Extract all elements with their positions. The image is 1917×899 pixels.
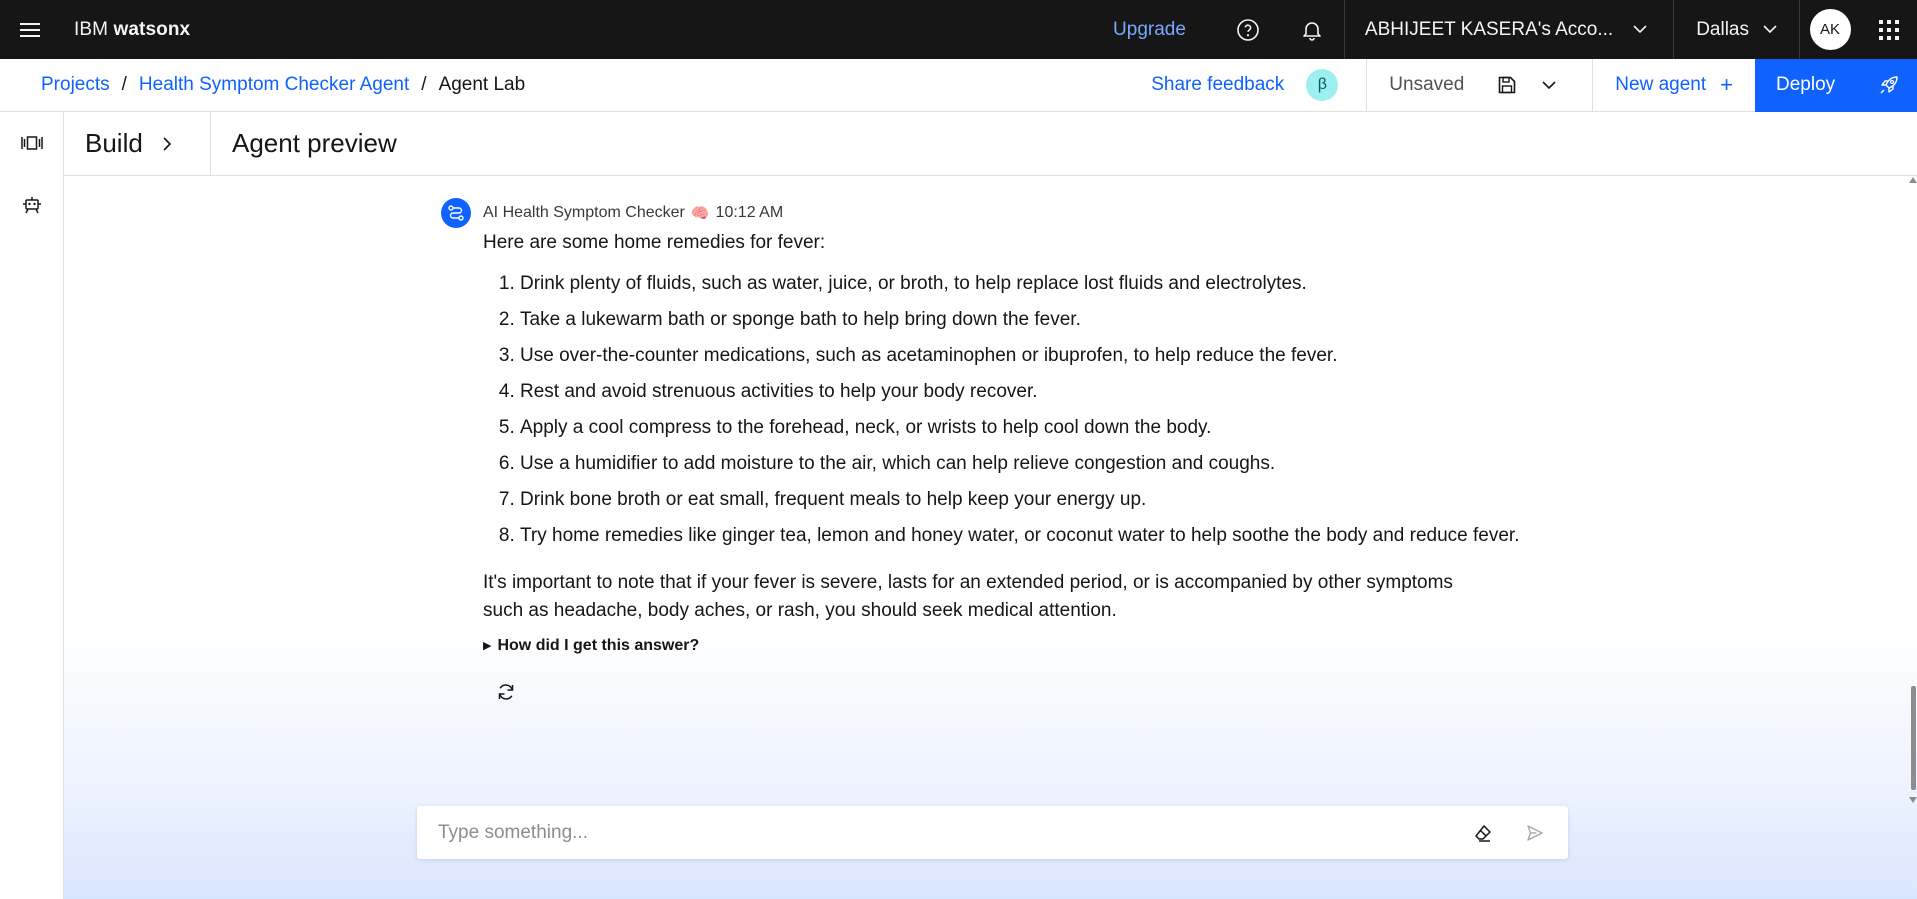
chevron-down-icon (1763, 25, 1777, 34)
regenerate-icon (498, 684, 514, 700)
list-item: Rest and avoid strenuous activities to h… (520, 379, 1541, 405)
new-agent-button[interactable]: New agent + (1593, 59, 1755, 112)
region-label: Dallas (1696, 18, 1749, 40)
beta-badge: β (1306, 69, 1339, 101)
chat-composer (417, 806, 1568, 859)
rocket-icon (1880, 76, 1898, 94)
how-answer-label: How did I get this answer? (497, 637, 700, 654)
caret-right-icon: ▶ (483, 640, 492, 652)
account-label: ABHIJEET KASERA's Acco... (1364, 18, 1614, 40)
build-label: Build (85, 128, 143, 158)
list-item: Drink plenty of fluids, such as water, j… (520, 271, 1541, 297)
notifications-button[interactable] (1280, 0, 1344, 59)
account-switcher[interactable]: ABHIJEET KASERA's Acco... (1345, 0, 1673, 59)
robot-icon (22, 197, 41, 214)
avatar[interactable]: AK (1809, 9, 1851, 50)
list-item: Take a lukewarm bath or sponge bath to h… (520, 307, 1541, 333)
bot-message: AI Health Symptom Checker 🧠 10:12 AM Her… (441, 198, 1541, 705)
list-item: Apply a cool compress to the forehead, n… (520, 415, 1541, 441)
regenerate-button[interactable] (493, 679, 519, 705)
scroll-down-arrow[interactable] (1909, 797, 1917, 803)
panel-title: Agent preview (232, 128, 397, 158)
product-name[interactable]: IBM watsonx (74, 19, 190, 41)
app-switcher-button[interactable] (1860, 0, 1917, 59)
breadcrumb-current: Agent Lab (438, 74, 526, 95)
bot-emoji: 🧠 (690, 205, 710, 222)
list-item: Use a humidifier to add moisture to the … (520, 451, 1541, 477)
left-rail (0, 112, 64, 899)
save-button[interactable] (1486, 59, 1528, 112)
help-button[interactable] (1216, 0, 1280, 59)
deploy-label: Deploy (1776, 74, 1836, 95)
sub-header: Projects / Health Symptom Checker Agent … (0, 58, 1917, 112)
canvas-view-button[interactable] (0, 112, 63, 174)
remedy-list: Drink plenty of fluids, such as water, j… (520, 271, 1541, 549)
upgrade-link[interactable]: Upgrade (1113, 19, 1186, 41)
help-icon (1237, 18, 1259, 41)
share-feedback-link[interactable]: Share feedback (1151, 74, 1284, 96)
eraser-icon (1475, 824, 1491, 842)
bot-avatar (441, 198, 471, 228)
region-switcher[interactable]: Dallas (1674, 0, 1799, 59)
message-intro: Here are some home remedies for fever: (483, 232, 826, 253)
new-agent-label: New agent (1615, 74, 1707, 95)
send-icon (1527, 824, 1543, 841)
global-header: IBM watsonx Upgrade ABHIJEET KASERA's Ac… (0, 0, 1917, 59)
save-options-button[interactable] (1528, 59, 1570, 112)
menu-icon (19, 22, 40, 37)
chevron-right-icon (163, 136, 171, 151)
scrollbar[interactable] (1909, 177, 1917, 807)
agent-view-button[interactable] (0, 174, 63, 236)
app-switcher-icon (1878, 19, 1899, 40)
message-timestamp: 10:12 AM (715, 204, 784, 221)
message-note: It's important to note that if your feve… (483, 572, 1453, 621)
chevron-down-icon (1633, 25, 1647, 34)
breadcrumb-projects[interactable]: Projects (41, 74, 110, 96)
canvas-icon (20, 136, 43, 150)
save-icon (1498, 76, 1516, 94)
plus-icon: + (1720, 72, 1733, 97)
breadcrumb-separator: / (421, 74, 427, 95)
send-button[interactable] (1518, 816, 1552, 850)
breadcrumb: Projects / Health Symptom Checker Agent … (41, 74, 525, 96)
subheader-divider (1366, 58, 1368, 112)
chat-input[interactable] (438, 821, 1448, 844)
breadcrumb-project[interactable]: Health Symptom Checker Agent (139, 74, 409, 96)
save-status: Unsaved (1389, 74, 1465, 95)
list-item: Try home remedies like ginger tea, lemon… (520, 523, 1541, 549)
bot-name: AI Health Symptom Checker (483, 204, 685, 221)
how-answer-toggle[interactable]: ▶ How did I get this answer? (483, 633, 1541, 659)
brand-name: watsonx (113, 18, 191, 40)
notification-icon (1303, 21, 1321, 41)
message-body: Here are some home remedies for fever: D… (483, 230, 1541, 705)
chat-area: AI Health Symptom Checker 🧠 10:12 AM Her… (64, 177, 1917, 899)
chevron-down-icon (1542, 80, 1556, 89)
clear-chat-button[interactable] (1466, 816, 1500, 850)
deploy-button[interactable]: Deploy (1755, 58, 1917, 112)
message-header: AI Health Symptom Checker 🧠 10:12 AM (441, 198, 1541, 228)
scroll-up-arrow[interactable] (1909, 177, 1917, 183)
scrollbar-thumb[interactable] (1911, 686, 1916, 790)
build-toggle[interactable]: Build (64, 112, 211, 175)
panel-header: Build Agent preview (64, 112, 1917, 176)
brand-prefix: IBM (74, 18, 109, 40)
menu-button[interactable] (0, 0, 59, 59)
list-item: Use over-the-counter medications, such a… (520, 343, 1541, 369)
agent-flow-icon (448, 205, 464, 221)
breadcrumb-separator: / (121, 74, 127, 95)
user-profile: AK (1800, 0, 1860, 59)
list-item: Drink bone broth or eat small, frequent … (520, 487, 1541, 513)
